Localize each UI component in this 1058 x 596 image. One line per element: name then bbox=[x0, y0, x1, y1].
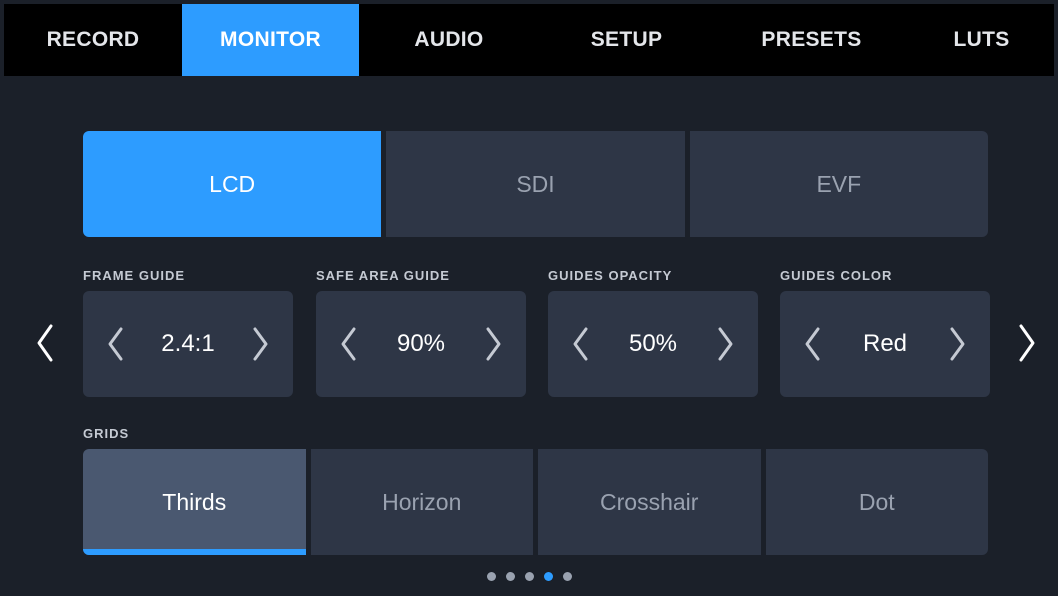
guides-opacity-label: GUIDES OPACITY bbox=[548, 268, 673, 283]
guides-opacity-next-button[interactable] bbox=[712, 322, 740, 366]
grid-horizon-button[interactable]: Horizon bbox=[310, 449, 533, 555]
chevron-right-icon bbox=[950, 327, 965, 361]
frame-guide-label: FRAME GUIDE bbox=[83, 268, 185, 283]
safe-area-guide-selector: 90% bbox=[316, 291, 526, 397]
guides-opacity-prev-button[interactable] bbox=[566, 322, 594, 366]
grid-horizon-label: Horizon bbox=[382, 488, 462, 515]
tab-luts[interactable]: LUTS bbox=[909, 4, 1054, 76]
safe-area-guide-label: SAFE AREA GUIDE bbox=[316, 268, 450, 283]
grids-label: GRIDS bbox=[83, 426, 130, 441]
output-evf-button[interactable]: EVF bbox=[689, 131, 988, 237]
page-dot[interactable] bbox=[486, 572, 496, 581]
guides-opacity-selector: 50% bbox=[548, 291, 758, 397]
chevron-left-icon bbox=[37, 324, 53, 362]
guides-color-value: Red bbox=[862, 330, 908, 357]
page-dot[interactable] bbox=[562, 572, 572, 581]
grid-thirds-label: Thirds bbox=[162, 488, 227, 515]
chevron-right-icon bbox=[486, 327, 501, 361]
chevron-left-icon bbox=[573, 327, 588, 361]
frame-guide-next-button[interactable] bbox=[247, 322, 275, 366]
output-sdi-button[interactable]: SDI bbox=[386, 131, 685, 237]
page-indicator bbox=[0, 572, 1058, 581]
next-page-button[interactable] bbox=[1012, 318, 1042, 368]
grids-selector: Thirds Horizon Crosshair Dot bbox=[83, 449, 988, 555]
tab-monitor[interactable]: MONITOR bbox=[182, 4, 359, 76]
grid-dot-button[interactable]: Dot bbox=[765, 449, 988, 555]
page-dot-current[interactable] bbox=[543, 572, 553, 581]
tab-audio[interactable]: AUDIO bbox=[359, 4, 539, 76]
safe-area-guide-next-button[interactable] bbox=[480, 322, 508, 366]
chevron-left-icon bbox=[341, 327, 356, 361]
grid-thirds-button[interactable]: Thirds bbox=[83, 449, 306, 555]
output-selector: LCD SDI EVF bbox=[83, 131, 988, 237]
frame-guide-prev-button[interactable] bbox=[101, 322, 129, 366]
page-dot[interactable] bbox=[524, 572, 534, 581]
chevron-left-icon bbox=[805, 327, 820, 361]
tab-bar: RECORD MONITOR AUDIO SETUP PRESETS LUTS bbox=[4, 4, 1054, 76]
chevron-right-icon bbox=[718, 327, 733, 361]
chevron-left-icon bbox=[108, 327, 123, 361]
guides-color-selector: Red bbox=[780, 291, 990, 397]
chevron-right-icon bbox=[1019, 324, 1035, 362]
grid-crosshair-button[interactable]: Crosshair bbox=[538, 449, 761, 555]
frame-guide-value: 2.4:1 bbox=[161, 330, 215, 357]
guides-color-label: GUIDES COLOR bbox=[780, 268, 893, 283]
guides-color-prev-button[interactable] bbox=[798, 322, 826, 366]
output-lcd-button[interactable]: LCD bbox=[83, 131, 382, 237]
page-dot[interactable] bbox=[505, 572, 515, 581]
selected-indicator bbox=[83, 549, 306, 555]
chevron-right-icon bbox=[253, 327, 268, 361]
guides-opacity-value: 50% bbox=[628, 330, 678, 357]
grid-crosshair-label: Crosshair bbox=[600, 488, 699, 515]
tab-setup[interactable]: SETUP bbox=[539, 4, 714, 76]
tab-record[interactable]: RECORD bbox=[4, 4, 182, 76]
safe-area-guide-prev-button[interactable] bbox=[334, 322, 362, 366]
frame-guide-selector: 2.4:1 bbox=[83, 291, 293, 397]
grid-dot-label: Dot bbox=[858, 488, 895, 515]
previous-page-button[interactable] bbox=[30, 318, 60, 368]
tab-presets[interactable]: PRESETS bbox=[714, 4, 909, 76]
safe-area-guide-value: 90% bbox=[396, 330, 446, 357]
guides-color-next-button[interactable] bbox=[944, 322, 972, 366]
